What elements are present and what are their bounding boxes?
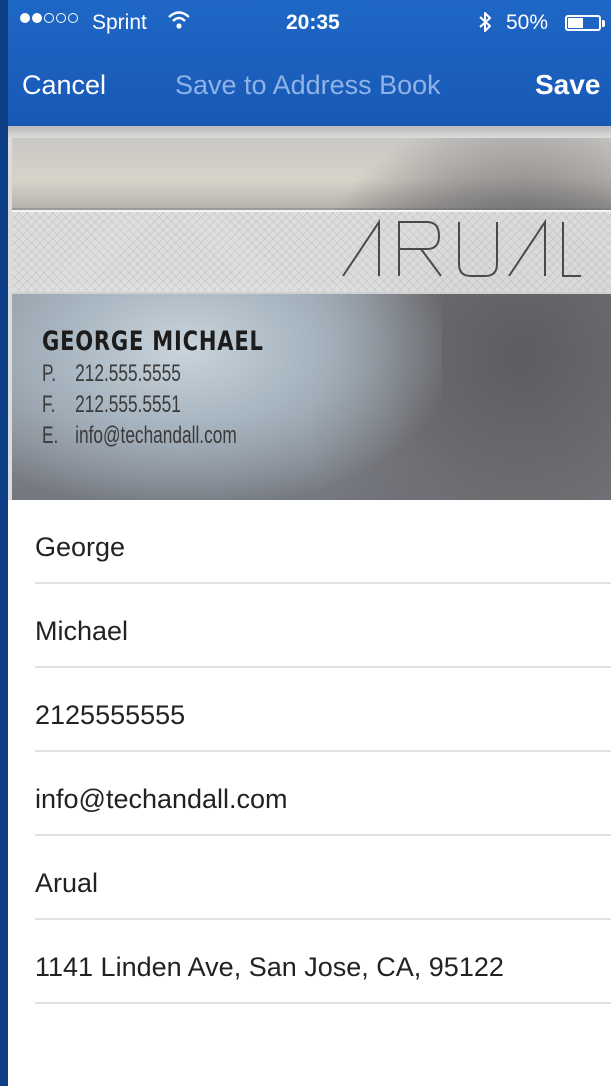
header: Sprint 20:35 50% Cancel Save to Address … bbox=[8, 0, 611, 126]
battery-icon bbox=[565, 15, 601, 31]
nav-title: Save to Address Book bbox=[175, 70, 441, 100]
card-fax-line: F. 212.555.5551 bbox=[42, 391, 181, 418]
company-field[interactable]: Arual bbox=[8, 836, 611, 920]
business-card-area: GEORGE MICHAEL P. 212.555.5555 F. 212.555.… bbox=[8, 126, 611, 500]
first-name-field[interactable]: George bbox=[8, 500, 611, 584]
save-button[interactable]: Save bbox=[535, 69, 600, 101]
last-name-field[interactable]: Michael bbox=[8, 584, 611, 668]
navigation-bar: Cancel Save to Address Book Save bbox=[8, 46, 611, 126]
field-value[interactable]: 1141 Linden Ave, San Jose, CA, 95122 bbox=[35, 952, 504, 983]
cancel-button[interactable]: Cancel bbox=[22, 70, 106, 101]
status-bar: Sprint 20:35 50% bbox=[8, 0, 611, 46]
field-value[interactable]: 2125555555 bbox=[35, 700, 185, 731]
field-value[interactable]: George bbox=[35, 532, 125, 563]
business-card-image: GEORGE MICHAEL P. 212.555.5555 F. 212.555.… bbox=[12, 138, 611, 500]
email-field[interactable]: info@techandall.com bbox=[8, 752, 611, 836]
field-separator bbox=[35, 1002, 611, 1004]
carrier-name: Sprint bbox=[92, 11, 147, 34]
card-contact-name: GEORGE MICHAEL bbox=[42, 326, 264, 357]
card-phone-line: P. 212.555.5555 bbox=[42, 360, 181, 387]
field-value[interactable]: Arual bbox=[35, 868, 98, 899]
signal-strength-icon bbox=[20, 13, 78, 23]
battery-fill bbox=[568, 18, 583, 28]
field-value[interactable]: info@techandall.com bbox=[35, 784, 288, 815]
field-value[interactable]: Michael bbox=[35, 616, 128, 647]
card-email-line: E. info@techandall.com bbox=[42, 422, 237, 449]
card-logo bbox=[341, 218, 581, 283]
address-field[interactable]: 1141 Linden Ave, San Jose, CA, 95122 bbox=[8, 920, 611, 1004]
screen: Sprint 20:35 50% Cancel Save to Address … bbox=[8, 0, 611, 1086]
bluetooth-icon bbox=[478, 10, 492, 40]
battery-tip bbox=[602, 20, 605, 27]
phone-field[interactable]: 2125555555 bbox=[8, 668, 611, 752]
battery-percentage: 50% bbox=[506, 11, 549, 34]
status-time: 20:35 bbox=[286, 11, 340, 34]
contact-fields-list: George Michael 2125555555 info@techandal… bbox=[8, 500, 611, 1004]
wifi-icon bbox=[168, 10, 190, 36]
